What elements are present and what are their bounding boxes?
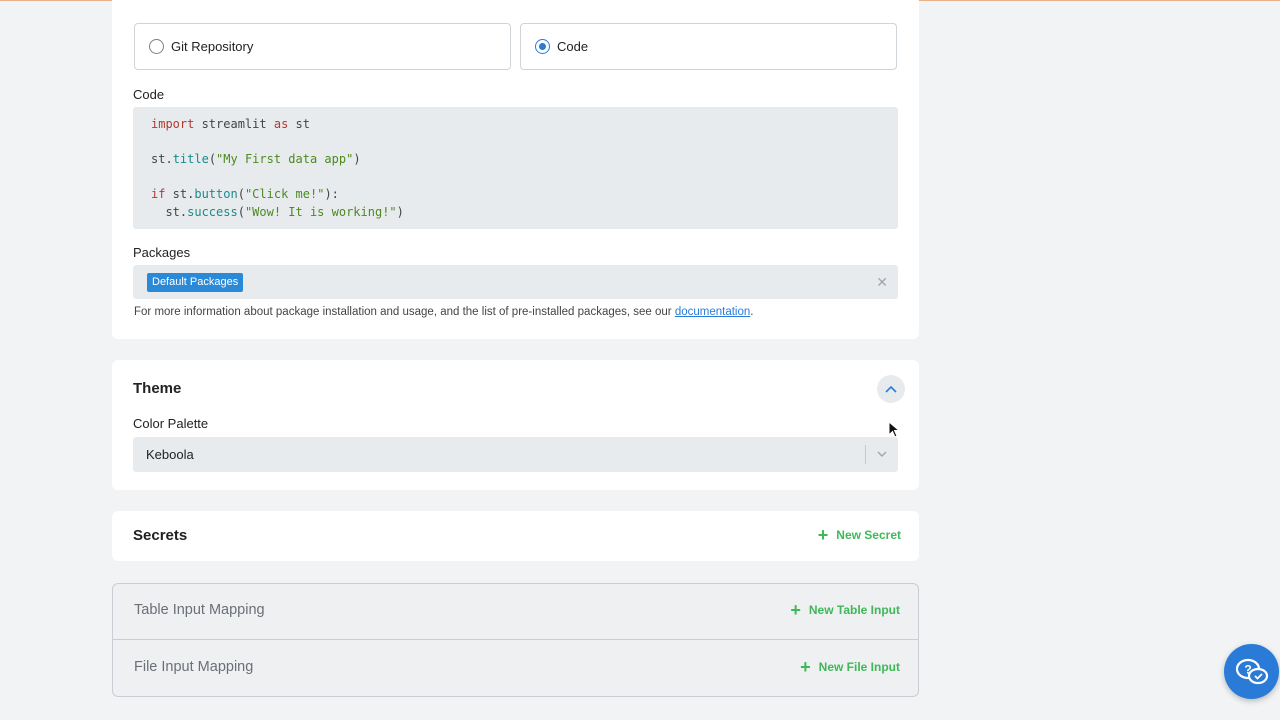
color-palette-label: Color Palette xyxy=(133,416,209,431)
close-icon[interactable]: ✕ xyxy=(876,273,888,291)
chevron-down-icon[interactable] xyxy=(876,446,888,462)
code-token: title xyxy=(172,152,209,166)
secrets-title: Secrets xyxy=(133,527,188,544)
deployment-card: Git Repository Code Code import streamli… xyxy=(112,0,919,339)
radio-unchecked-icon[interactable] xyxy=(149,39,164,54)
option-code[interactable]: Code xyxy=(520,23,897,70)
packages-label: Packages xyxy=(133,245,191,260)
code-token: success xyxy=(187,204,238,219)
option-label: Code xyxy=(557,39,589,54)
help-chat-button[interactable]: ? xyxy=(1224,644,1279,699)
new-table-input-button[interactable]: + New Table Input xyxy=(790,600,900,620)
new-secret-label: New Secret xyxy=(836,528,901,542)
packages-help-text: For more information about package insta… xyxy=(134,306,753,318)
documentation-link[interactable]: documentation xyxy=(675,306,750,318)
new-table-input-label: New Table Input xyxy=(808,603,900,617)
code-token: st. xyxy=(151,204,188,219)
secrets-card: Secrets + New Secret xyxy=(112,511,919,561)
packages-help-sentence: For more information about package insta… xyxy=(134,306,675,318)
table-input-mapping-row[interactable]: Table Input Mapping + New Table Input xyxy=(113,584,918,640)
radio-checked-icon[interactable] xyxy=(535,39,550,54)
packages-help-end: . xyxy=(750,306,754,318)
code-token: as xyxy=(273,117,289,131)
code-token: "My First data app" xyxy=(216,152,354,166)
plus-icon: + xyxy=(790,600,801,620)
code-editor[interactable]: import streamlit as st st.title("My Firs… xyxy=(133,107,898,229)
file-input-mapping-row[interactable]: File Input Mapping + New File Input xyxy=(113,641,918,697)
package-tag[interactable]: Default Packages xyxy=(147,273,244,292)
code-token: import xyxy=(151,117,195,131)
option-label: Git Repository xyxy=(171,39,254,54)
plus-icon: + xyxy=(817,525,829,545)
color-palette-select[interactable]: Keboola xyxy=(133,437,898,472)
input-mapping-card: Table Input Mapping + New Table Input Fi… xyxy=(112,583,919,697)
packages-select[interactable]: Default Packages ✕ xyxy=(133,265,898,299)
code-label: Code xyxy=(133,87,165,102)
code-token: st. xyxy=(151,152,173,166)
file-input-mapping-title: File Input Mapping xyxy=(134,659,254,675)
code-token: if xyxy=(151,187,166,201)
code-token: "Click me!" xyxy=(244,187,325,201)
mouse-cursor-icon xyxy=(888,421,900,438)
select-divider xyxy=(865,445,866,464)
plus-icon: + xyxy=(800,657,811,677)
new-file-input-button[interactable]: + New File Input xyxy=(800,657,900,677)
code-token: streamlit xyxy=(194,117,274,131)
chevron-up-icon xyxy=(885,385,897,393)
collapse-button[interactable] xyxy=(877,375,905,403)
code-token: st xyxy=(288,117,310,131)
select-value: Keboola xyxy=(146,447,194,462)
new-file-input-label: New File Input xyxy=(818,660,900,674)
new-secret-button[interactable]: + New Secret xyxy=(817,525,901,545)
code-token: st. xyxy=(165,187,195,201)
table-input-mapping-title: Table Input Mapping xyxy=(134,602,265,618)
help-chat-icon: ? xyxy=(1235,658,1268,684)
code-token: button xyxy=(194,187,238,201)
code-token: "Wow! It is working!" xyxy=(244,204,397,219)
theme-title: Theme xyxy=(133,380,182,397)
option-git-repository[interactable]: Git Repository xyxy=(134,23,511,70)
theme-card: Theme Color Palette Keboola xyxy=(112,360,919,490)
